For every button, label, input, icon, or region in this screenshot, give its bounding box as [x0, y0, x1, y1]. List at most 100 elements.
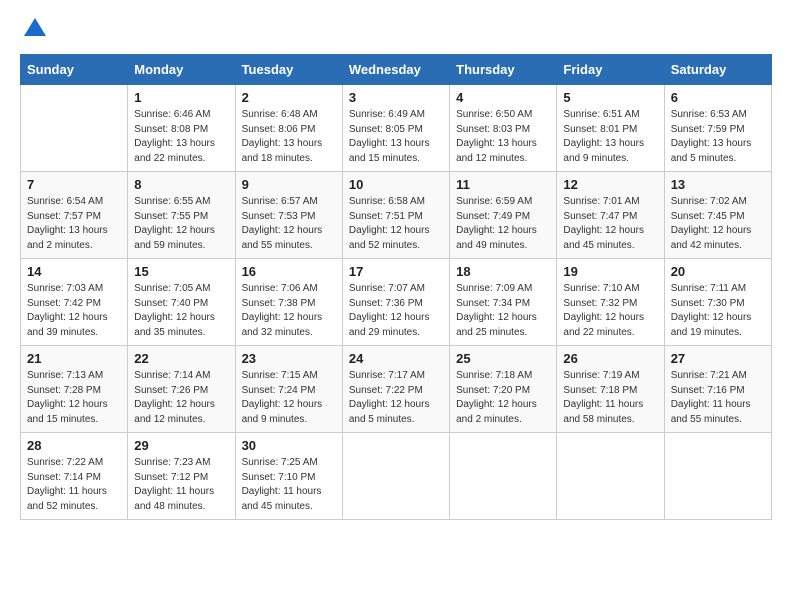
day-number: 8 — [134, 177, 228, 192]
day-info: Sunrise: 7:21 AM Sunset: 7:16 PM Dayligh… — [671, 369, 765, 427]
day-number: 29 — [134, 438, 228, 453]
week-row-3: 14Sunrise: 7:03 AM Sunset: 7:42 PM Dayli… — [21, 259, 772, 346]
weekday-header-wednesday: Wednesday — [342, 55, 449, 85]
day-info: Sunrise: 7:23 AM Sunset: 7:12 PM Dayligh… — [134, 456, 228, 514]
day-info: Sunrise: 7:02 AM Sunset: 7:45 PM Dayligh… — [671, 195, 765, 253]
weekday-header-row: SundayMondayTuesdayWednesdayThursdayFrid… — [21, 55, 772, 85]
calendar-cell: 20 Sunrise: 7:11 AM Sunset: 7:30 PM Dayli… — [664, 259, 771, 346]
day-number: 16 — [242, 264, 336, 279]
calendar-cell: 29 Sunrise: 7:23 AM Sunset: 7:12 PM Dayli… — [128, 433, 235, 520]
calendar-cell: 18 Sunrise: 7:09 AM Sunset: 7:34 PM Dayli… — [450, 259, 557, 346]
day-number: 19 — [563, 264, 657, 279]
day-info: Sunrise: 7:15 AM Sunset: 7:24 PM Dayligh… — [242, 369, 336, 427]
day-number: 22 — [134, 351, 228, 366]
day-number: 21 — [27, 351, 121, 366]
calendar-cell: 30 Sunrise: 7:25 AM Sunset: 7:10 PM Dayli… — [235, 433, 342, 520]
calendar-cell — [21, 85, 128, 172]
weekday-header-thursday: Thursday — [450, 55, 557, 85]
day-number: 2 — [242, 90, 336, 105]
calendar-cell: 5 Sunrise: 6:51 AM Sunset: 8:01 PM Daylig… — [557, 85, 664, 172]
day-number: 9 — [242, 177, 336, 192]
day-info: Sunrise: 7:05 AM Sunset: 7:40 PM Dayligh… — [134, 282, 228, 340]
calendar-cell — [664, 433, 771, 520]
day-info: Sunrise: 7:14 AM Sunset: 7:26 PM Dayligh… — [134, 369, 228, 427]
logo-icon — [24, 18, 46, 36]
day-info: Sunrise: 7:03 AM Sunset: 7:42 PM Dayligh… — [27, 282, 121, 340]
calendar-cell: 21 Sunrise: 7:13 AM Sunset: 7:28 PM Dayli… — [21, 346, 128, 433]
day-number: 12 — [563, 177, 657, 192]
calendar-cell: 9 Sunrise: 6:57 AM Sunset: 7:53 PM Daylig… — [235, 172, 342, 259]
calendar-cell: 24Sunrise: 7:17 AM Sunset: 7:22 PM Dayli… — [342, 346, 449, 433]
day-info: Sunrise: 6:53 AM Sunset: 7:59 PM Dayligh… — [671, 108, 765, 166]
calendar-cell: 19Sunrise: 7:10 AM Sunset: 7:32 PM Dayli… — [557, 259, 664, 346]
day-number: 3 — [349, 90, 443, 105]
day-number: 5 — [563, 90, 657, 105]
calendar-cell: 1 Sunrise: 6:46 AM Sunset: 8:08 PM Daylig… — [128, 85, 235, 172]
calendar-cell: 11 Sunrise: 6:59 AM Sunset: 7:49 PM Dayli… — [450, 172, 557, 259]
calendar-cell: 28 Sunrise: 7:22 AM Sunset: 7:14 PM Dayli… — [21, 433, 128, 520]
calendar-cell: 10Sunrise: 6:58 AM Sunset: 7:51 PM Dayli… — [342, 172, 449, 259]
calendar-cell: 4Sunrise: 6:50 AM Sunset: 8:03 PM Daylig… — [450, 85, 557, 172]
day-number: 28 — [27, 438, 121, 453]
day-number: 20 — [671, 264, 765, 279]
day-number: 18 — [456, 264, 550, 279]
day-number: 25 — [456, 351, 550, 366]
day-number: 27 — [671, 351, 765, 366]
calendar-cell: 22 Sunrise: 7:14 AM Sunset: 7:26 PM Dayli… — [128, 346, 235, 433]
weekday-header-saturday: Saturday — [664, 55, 771, 85]
day-info: Sunrise: 6:54 AM Sunset: 7:57 PM Dayligh… — [27, 195, 121, 253]
calendar-cell: 8Sunrise: 6:55 AM Sunset: 7:55 PM Daylig… — [128, 172, 235, 259]
weekday-header-friday: Friday — [557, 55, 664, 85]
day-info: Sunrise: 6:46 AM Sunset: 8:08 PM Dayligh… — [134, 108, 228, 166]
calendar-cell: 15 Sunrise: 7:05 AM Sunset: 7:40 PM Dayli… — [128, 259, 235, 346]
day-info: Sunrise: 7:18 AM Sunset: 7:20 PM Dayligh… — [456, 369, 550, 427]
day-info: Sunrise: 6:57 AM Sunset: 7:53 PM Dayligh… — [242, 195, 336, 253]
day-number: 15 — [134, 264, 228, 279]
calendar-cell: 14Sunrise: 7:03 AM Sunset: 7:42 PM Dayli… — [21, 259, 128, 346]
page-header — [20, 20, 772, 44]
weekday-header-tuesday: Tuesday — [235, 55, 342, 85]
calendar-cell: 17 Sunrise: 7:07 AM Sunset: 7:36 PM Dayli… — [342, 259, 449, 346]
calendar-cell — [450, 433, 557, 520]
day-info: Sunrise: 7:07 AM Sunset: 7:36 PM Dayligh… — [349, 282, 443, 340]
day-info: Sunrise: 7:11 AM Sunset: 7:30 PM Dayligh… — [671, 282, 765, 340]
calendar-cell — [557, 433, 664, 520]
week-row-4: 21 Sunrise: 7:13 AM Sunset: 7:28 PM Dayli… — [21, 346, 772, 433]
day-number: 26 — [563, 351, 657, 366]
day-number: 23 — [242, 351, 336, 366]
day-info: Sunrise: 7:09 AM Sunset: 7:34 PM Dayligh… — [456, 282, 550, 340]
day-number: 11 — [456, 177, 550, 192]
day-info: Sunrise: 6:49 AM Sunset: 8:05 PM Dayligh… — [349, 108, 443, 166]
calendar-cell: 12 Sunrise: 7:01 AM Sunset: 7:47 PM Dayli… — [557, 172, 664, 259]
day-number: 17 — [349, 264, 443, 279]
week-row-5: 28 Sunrise: 7:22 AM Sunset: 7:14 PM Dayli… — [21, 433, 772, 520]
calendar-cell: 6 Sunrise: 6:53 AM Sunset: 7:59 PM Daylig… — [664, 85, 771, 172]
day-info: Sunrise: 7:06 AM Sunset: 7:38 PM Dayligh… — [242, 282, 336, 340]
day-info: Sunrise: 7:25 AM Sunset: 7:10 PM Dayligh… — [242, 456, 336, 514]
logo — [20, 20, 46, 44]
calendar-cell — [342, 433, 449, 520]
day-info: Sunrise: 7:13 AM Sunset: 7:28 PM Dayligh… — [27, 369, 121, 427]
calendar-cell: 3 Sunrise: 6:49 AM Sunset: 8:05 PM Daylig… — [342, 85, 449, 172]
day-number: 24 — [349, 351, 443, 366]
day-number: 1 — [134, 90, 228, 105]
calendar-cell: 13 Sunrise: 7:02 AM Sunset: 7:45 PM Dayli… — [664, 172, 771, 259]
day-info: Sunrise: 6:59 AM Sunset: 7:49 PM Dayligh… — [456, 195, 550, 253]
day-info: Sunrise: 6:58 AM Sunset: 7:51 PM Dayligh… — [349, 195, 443, 253]
calendar-cell: 2Sunrise: 6:48 AM Sunset: 8:06 PM Daylig… — [235, 85, 342, 172]
calendar-cell: 7Sunrise: 6:54 AM Sunset: 7:57 PM Daylig… — [21, 172, 128, 259]
weekday-header-sunday: Sunday — [21, 55, 128, 85]
day-number: 30 — [242, 438, 336, 453]
week-row-1: 1 Sunrise: 6:46 AM Sunset: 8:08 PM Daylig… — [21, 85, 772, 172]
calendar-cell: 16 Sunrise: 7:06 AM Sunset: 7:38 PM Dayli… — [235, 259, 342, 346]
day-number: 13 — [671, 177, 765, 192]
calendar-cell: 27 Sunrise: 7:21 AM Sunset: 7:16 PM Dayli… — [664, 346, 771, 433]
week-row-2: 7Sunrise: 6:54 AM Sunset: 7:57 PM Daylig… — [21, 172, 772, 259]
calendar-cell: 23 Sunrise: 7:15 AM Sunset: 7:24 PM Dayli… — [235, 346, 342, 433]
day-number: 6 — [671, 90, 765, 105]
calendar-cell: 26Sunrise: 7:19 AM Sunset: 7:18 PM Dayli… — [557, 346, 664, 433]
day-info: Sunrise: 7:22 AM Sunset: 7:14 PM Dayligh… — [27, 456, 121, 514]
day-info: Sunrise: 6:50 AM Sunset: 8:03 PM Dayligh… — [456, 108, 550, 166]
day-info: Sunrise: 7:01 AM Sunset: 7:47 PM Dayligh… — [563, 195, 657, 253]
day-info: Sunrise: 6:51 AM Sunset: 8:01 PM Dayligh… — [563, 108, 657, 166]
